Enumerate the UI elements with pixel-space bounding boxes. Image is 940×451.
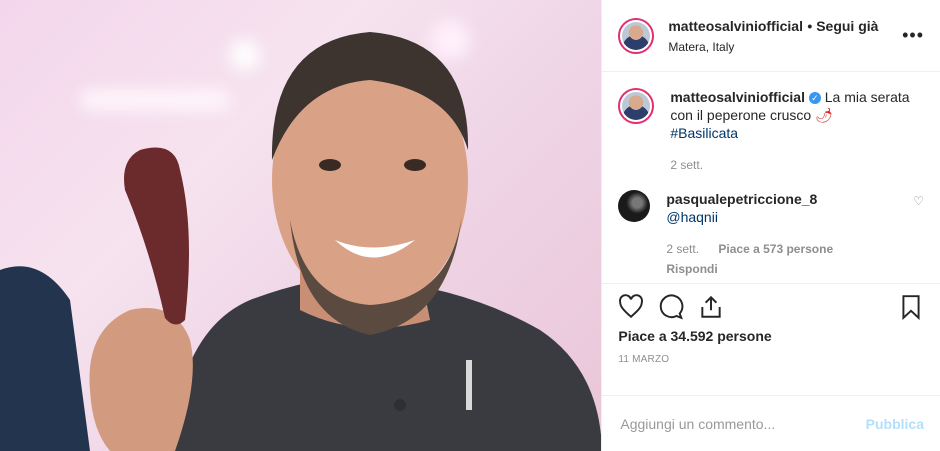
comment-mention[interactable]: @haqnii [666, 209, 718, 225]
commenter-avatar[interactable] [618, 190, 651, 222]
post-date: 11 MARZO [618, 354, 670, 365]
caption-time: 2 sett. [670, 158, 704, 172]
commenter-username[interactable]: pasqualepetriccione_8 [666, 191, 817, 207]
caption-avatar[interactable] [618, 88, 655, 124]
comments-section: matteosalviniofficial ✓ La mia serata co… [602, 72, 940, 284]
more-dots-icon[interactable]: ••• [902, 25, 924, 46]
reply-button[interactable]: Rispondi [666, 260, 913, 278]
caption: matteosalviniofficial ✓ La mia serata co… [618, 88, 924, 174]
action-bar [602, 284, 940, 320]
comment-time: 2 sett. [666, 242, 700, 256]
post-location[interactable]: Matera, Italy [668, 40, 902, 54]
post-header: matteosalviniofficial • Segui già Matera… [602, 0, 940, 72]
comment-bubble-icon[interactable] [658, 294, 684, 320]
bookmark-icon[interactable] [898, 294, 924, 320]
share-icon[interactable] [698, 294, 724, 320]
publish-button[interactable]: Pubblica [866, 416, 924, 432]
caption-hashtag[interactable]: #Basilicata [670, 125, 738, 141]
author-username[interactable]: matteosalviniofficial [668, 18, 803, 34]
author-avatar[interactable] [618, 17, 655, 54]
post-likes[interactable]: Piace a 34.592 persone [602, 320, 940, 344]
comment-item: pasqualepetriccione_8 @haqnii 2 sett. Pi… [618, 190, 924, 278]
caption-username[interactable]: matteosalviniofficial [670, 89, 805, 105]
like-heart-icon[interactable] [618, 294, 644, 320]
post-photo-illustration [0, 32, 602, 451]
post-panel: matteosalviniofficial • Segui già Matera… [601, 0, 940, 451]
post-photo[interactable] [0, 0, 602, 451]
comment-input[interactable] [618, 414, 866, 433]
comment-like-heart-icon[interactable]: ♡ [913, 194, 924, 278]
add-comment-bar: Pubblica [602, 395, 940, 451]
verified-badge-icon: ✓ [808, 92, 821, 105]
hot-pepper-icon: 🌶 [815, 107, 833, 123]
follow-status[interactable]: • Segui già [807, 18, 878, 34]
comment-likes[interactable]: Piace a 573 persone [718, 242, 833, 256]
